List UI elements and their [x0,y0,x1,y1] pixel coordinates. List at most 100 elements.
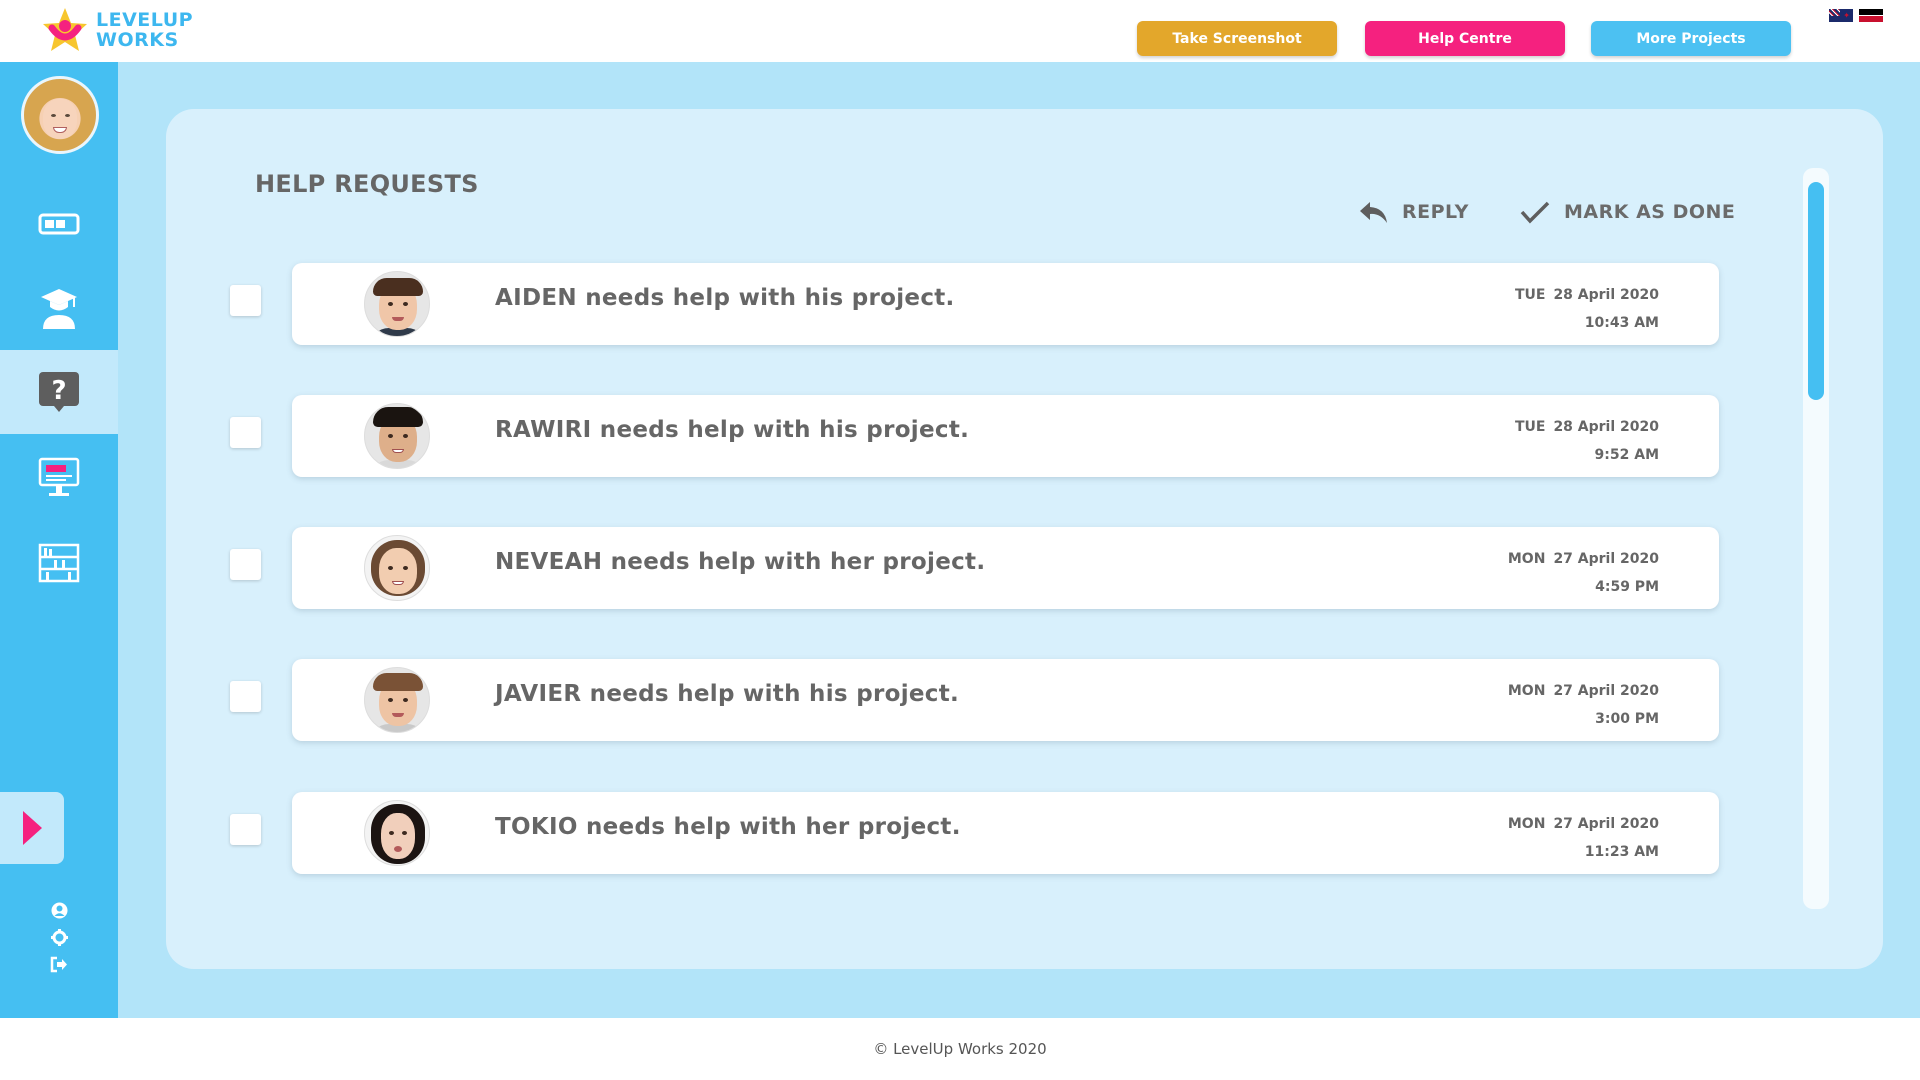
reply-button[interactable]: REPLY [1358,200,1469,224]
gear-icon [50,928,68,946]
student-avatar [364,667,430,733]
take-screenshot-button[interactable]: Take Screenshot [1137,21,1337,56]
library-icon [38,543,80,583]
student-avatar [364,271,430,337]
request-date: 27 April 2020 [1553,816,1659,832]
mark-as-done-button[interactable]: MARK AS DONE [1520,200,1735,224]
avatar-eye [403,434,408,438]
page-title: HELP REQUESTS [255,170,479,198]
more-projects-button[interactable]: More Projects [1591,21,1791,56]
logout-button[interactable] [50,955,68,973]
chevron-right-icon [22,811,42,845]
logout-icon [50,956,67,972]
request-checkbox[interactable] [230,681,261,712]
request-row[interactable]: RAWIRI needs help with his project. TUE 2… [292,395,1719,477]
request-message: NEVEAH needs help with her project. [495,549,986,575]
help-centre-button[interactable]: Help Centre [1365,21,1565,56]
teacher-avatar[interactable] [21,76,99,154]
student-avatar [364,800,430,866]
sidebar-item-help-requests[interactable]: ? [0,350,118,434]
help-request-icon: ? [39,372,79,412]
request-row[interactable]: TOKIO needs help with her project. MON 27… [292,792,1719,874]
submit-project-icon [38,457,80,496]
avatar-face [381,813,415,859]
star-logo-icon [43,8,87,51]
request-checkbox[interactable] [230,417,261,448]
request-timestamp: TUE 28 April 2020 10:43 AM [1515,281,1659,337]
sidebar-item-submit-project[interactable] [0,436,118,520]
progress-icon [38,213,80,235]
avatar-face [43,99,77,139]
request-day: TUE [1514,287,1546,303]
avatar-eye [389,831,394,835]
sidebar-item-library[interactable] [0,520,118,604]
request-time: 9:52 AM [1594,447,1659,463]
sidebar: ? [0,62,118,1018]
sidebar-expand-button[interactable] [0,792,64,864]
avatar-mouth [394,846,402,852]
request-timestamp: TUE 28 April 2020 9:52 AM [1515,413,1659,469]
student-avatar [364,535,430,601]
avatar-eye [403,698,408,702]
request-message: JAVIER needs help with his project. [495,681,960,707]
avatar-eye [402,831,407,835]
avatar-eye [388,434,393,438]
checkmark-icon [1520,201,1550,224]
request-date: 27 April 2020 [1553,683,1659,699]
request-timestamp: MON 27 April 2020 11:23 AM [1508,810,1659,866]
request-timestamp: MON 27 April 2020 4:59 PM [1508,545,1659,601]
request-checkbox[interactable] [230,814,261,845]
request-checkbox[interactable] [230,285,261,316]
avatar-hair [373,673,423,691]
logo-text: LEVELUP WORKS [96,10,193,50]
top-header: LEVELUP WORKS Take Screenshot Help Centr… [0,0,1920,62]
request-day: MON [1507,683,1546,699]
maori-flag-icon[interactable] [1859,9,1883,22]
svg-text:?: ? [51,376,66,406]
request-time: 3:00 PM [1595,711,1659,727]
nz-flag-icon[interactable] [1829,9,1853,22]
avatar-eye [388,566,393,570]
avatar-eye [51,114,56,117]
avatar-face [379,548,417,594]
sidebar-item-students[interactable] [0,266,118,350]
avatar-eye [388,302,393,306]
reply-icon [1360,202,1387,223]
user-icon [51,902,67,918]
request-message: AIDEN needs help with his project. [495,285,955,311]
request-day: MON [1507,816,1546,832]
avatar-hair [373,407,423,427]
reply-label: REPLY [1402,201,1469,223]
request-message: TOKIO needs help with her project. [495,814,961,840]
user-profile-button[interactable] [50,901,68,919]
request-message: RAWIRI needs help with his project. [495,417,970,443]
request-day: MON [1507,551,1546,567]
logo-line-1: LEVELUP [96,9,194,31]
request-day: TUE [1514,419,1546,435]
request-time: 10:43 AM [1584,315,1659,331]
sidebar-item-progress[interactable] [0,182,118,266]
footer: © LevelUp Works 2020 [0,1018,1920,1080]
avatar-hair [373,278,423,296]
request-timestamp: MON 27 April 2020 3:00 PM [1508,677,1659,733]
request-checkbox[interactable] [230,549,261,580]
avatar-eye [403,566,408,570]
avatar-eye [403,302,408,306]
levelup-works-logo[interactable]: LEVELUP WORKS [40,4,193,56]
request-time: 11:23 AM [1584,844,1659,860]
logo-line-2: WORKS [96,29,179,51]
scrollbar-thumb[interactable] [1808,182,1824,400]
request-date: 28 April 2020 [1553,287,1659,303]
request-row[interactable]: AIDEN needs help with his project. TUE 28… [292,263,1719,345]
request-row[interactable]: NEVEAH needs help with her project. MON 2… [292,527,1719,609]
mark-as-done-label: MARK AS DONE [1564,201,1736,223]
copyright-text: © LevelUp Works 2020 [873,1040,1047,1058]
avatar-eye [388,698,393,702]
request-row[interactable]: JAVIER needs help with his project. MON 2… [292,659,1719,741]
student-avatar [364,403,430,469]
request-date: 27 April 2020 [1553,551,1659,567]
settings-button[interactable] [50,928,68,946]
request-time: 4:59 PM [1595,579,1659,595]
student-icon [41,289,77,329]
request-date: 28 April 2020 [1553,419,1659,435]
